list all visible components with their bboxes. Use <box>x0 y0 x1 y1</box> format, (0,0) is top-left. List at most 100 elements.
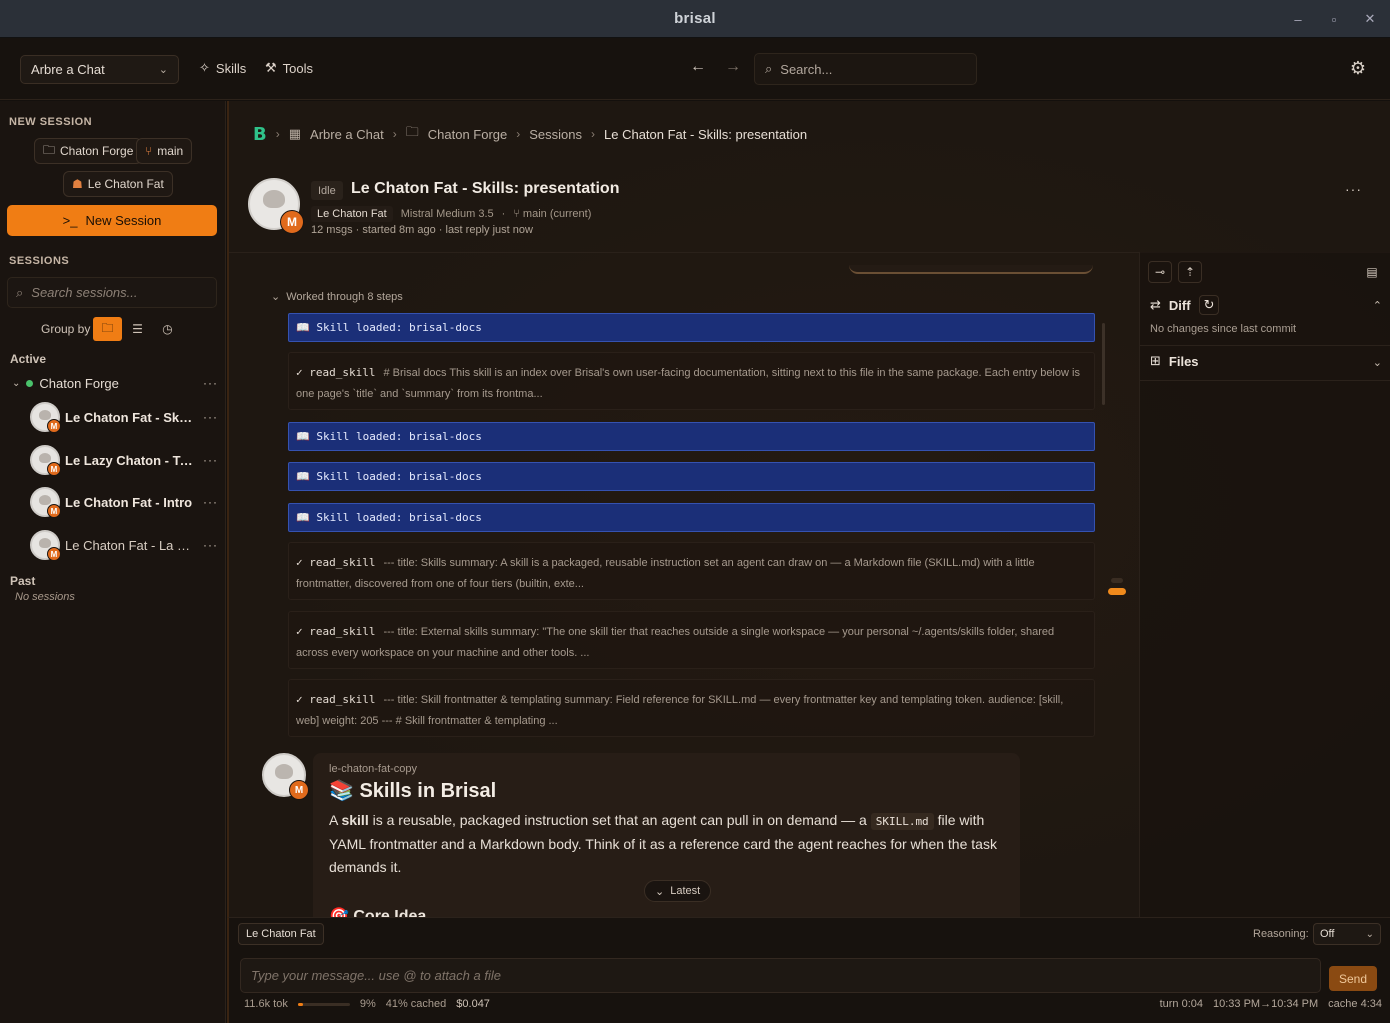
chevron-right-icon: › <box>275 127 280 141</box>
workspace-select[interactable]: Arbre a Chat ⌄ <box>20 55 179 84</box>
sessions-heading: SESSIONS <box>9 255 70 267</box>
more-icon[interactable]: ··· <box>203 538 218 552</box>
skill-loaded-bar[interactable]: 📖 Skill loaded: brisal-docs <box>288 462 1095 491</box>
folder-row[interactable]: ⌄ Chaton Forge ··· <box>12 373 218 393</box>
more-icon[interactable]: ··· <box>203 495 218 509</box>
body-text: is a reusable, packaged instruction set … <box>368 812 871 828</box>
more-icon[interactable]: ··· <box>203 376 218 390</box>
group-by-folder-button[interactable]: 🗀 <box>93 317 122 341</box>
breadcrumb-sessions[interactable]: Sessions <box>529 127 582 142</box>
close-icon[interactable]: ✕ <box>1364 11 1376 27</box>
chevron-down-icon[interactable]: ⌄ <box>1373 356 1382 369</box>
group-by-list-button[interactable]: ☰ <box>123 317 152 341</box>
skills-button[interactable]: ✧ Skills <box>199 60 246 76</box>
steps-scrollbar[interactable] <box>1102 323 1105 405</box>
brisal-logo[interactable]: B <box>253 124 267 145</box>
list-icon: ☰ <box>132 322 143 336</box>
tools-button[interactable]: ⚒ Tools <box>265 60 313 76</box>
agent-chip[interactable]: ☗ Le Chaton Fat <box>63 171 173 197</box>
active-heading: Active <box>10 352 47 366</box>
more-icon[interactable]: ··· <box>203 453 218 467</box>
scroll-marker <box>1111 578 1123 583</box>
session-search-input[interactable]: ⌕ Search sessions... <box>7 277 217 308</box>
refresh-icon[interactable]: ↻ <box>1198 295 1220 315</box>
files-section-header[interactable]: ⊞ Files <box>1150 353 1199 369</box>
avatar-badge: M <box>47 504 61 518</box>
more-icon[interactable]: ··· <box>1345 181 1362 197</box>
previous-message-edge <box>849 265 1093 274</box>
divider <box>1140 380 1390 381</box>
session-name: Le Chaton Fat - La Fo... <box>65 537 193 553</box>
avatar-badge: M <box>47 462 61 476</box>
composer-agent-chip[interactable]: Le Chaton Fat <box>238 923 324 945</box>
diff-section-header[interactable]: ⇄ Diff ↻ <box>1150 295 1220 315</box>
branch-chip-label: main <box>157 144 184 158</box>
new-session-button[interactable]: >_ New Session <box>7 205 217 236</box>
avatar-badge: M <box>289 780 309 800</box>
turn-time: turn 0:04 <box>1159 998 1203 1010</box>
session-item[interactable]: M Le Chaton Fat - La Fo... ··· <box>30 529 218 561</box>
group-by-time-button[interactable]: ◷ <box>153 317 182 341</box>
scroll-latest-button[interactable]: ⌄ Latest <box>644 880 712 902</box>
commit-icon[interactable]: ⊸ <box>1148 261 1172 283</box>
read-skill-card[interactable]: ✓ read_skill --- title: External skills s… <box>288 611 1095 669</box>
diff-icon: ⇄ <box>1150 297 1161 312</box>
gear-icon[interactable]: ⚙ <box>1350 58 1366 79</box>
session-item[interactable]: M Le Chaton Fat - Skill... ··· <box>30 401 218 433</box>
body-bold: skill <box>341 812 369 828</box>
new-session-label: New Session <box>85 213 162 228</box>
branch-name: main (current) <box>522 208 592 220</box>
robot-icon: ☗ <box>72 177 83 191</box>
read-skill-card[interactable]: ✓ read_skill # Brisal docs This skill is … <box>288 352 1095 410</box>
toolbox-icon: ⚒ <box>265 60 277 75</box>
skill-loaded-bar[interactable]: 📖 Skill loaded: brisal-docs <box>288 422 1095 451</box>
search-input[interactable]: ⌕ Search... <box>754 53 977 85</box>
notes-icon[interactable]: ▤ <box>1360 261 1384 283</box>
back-arrow-icon[interactable]: ← <box>690 58 706 76</box>
read-skill-text: # Brisal docs This skill is an index ove… <box>296 367 1080 400</box>
workspace-name: Arbre a Chat <box>31 62 105 77</box>
session-avatar: M <box>248 178 304 234</box>
message-input[interactable]: Type your message... use @ to attach a f… <box>240 958 1321 993</box>
read-skill-text: --- title: External skills summary: "The… <box>296 626 1055 659</box>
folder-name: Chaton Forge <box>39 375 119 391</box>
maximize-icon[interactable]: ▫ <box>1328 12 1340 27</box>
forward-arrow-icon[interactable]: → <box>725 58 741 76</box>
reasoning-value: Off <box>1320 928 1335 940</box>
inline-code: SKILL.md <box>870 813 934 830</box>
chevron-down-icon: ⌄ <box>12 377 21 389</box>
session-item[interactable]: M Le Chaton Fat - Intro ··· <box>30 486 218 518</box>
folder-icon: 🗀 <box>101 320 114 335</box>
breadcrumb-workspace[interactable]: Arbre a Chat <box>310 127 384 142</box>
toolbar: Arbre a Chat ⌄ ✧ Skills ⚒ Tools ← → ⌕ Se… <box>0 38 1390 100</box>
upload-icon[interactable]: ⇡ <box>1178 261 1202 283</box>
window-controls: – ▫ ✕ <box>1292 0 1376 38</box>
branch-chip[interactable]: ⑂ main <box>136 138 193 164</box>
more-icon[interactable]: ··· <box>203 410 218 424</box>
chevron-right-icon: › <box>392 127 397 141</box>
files-label: Files <box>1168 353 1199 369</box>
session-item[interactable]: M Le Lazy Chaton - To... ··· <box>30 444 218 476</box>
avatar: M <box>30 487 61 518</box>
steps-toggle[interactable]: ⌄ Worked through 8 steps <box>271 290 403 304</box>
session-name: Le Chaton Fat - Skill... <box>65 409 193 425</box>
read-skill-card[interactable]: ✓ read_skill --- title: Skill frontmatter… <box>288 679 1095 737</box>
read-skill-tag: ✓ read_skill <box>296 693 376 706</box>
skill-loaded-bar[interactable]: 📖 Skill loaded: brisal-docs <box>288 503 1095 532</box>
search-placeholder: Search... <box>780 61 833 77</box>
scroll-marker-active[interactable] <box>1108 588 1126 595</box>
folder-icon: 🗀 <box>43 142 56 157</box>
model-name: Mistral Medium 3.5 <box>400 208 494 220</box>
chevron-up-icon[interactable]: ⌃ <box>1373 299 1382 312</box>
diff-label: Diff <box>1168 297 1191 313</box>
minimize-icon[interactable]: – <box>1292 12 1304 27</box>
message-placeholder: Type your message... use @ to attach a f… <box>251 968 501 983</box>
skill-loaded-bar[interactable]: 📖 Skill loaded: brisal-docs <box>288 313 1095 342</box>
send-button[interactable]: Send <box>1329 966 1377 991</box>
sidebar: NEW SESSION 🗀 Chaton Forge ⑂ main ☗ Le C… <box>0 101 226 1023</box>
folder-chip[interactable]: 🗀 Chaton Forge <box>34 138 143 164</box>
read-skill-card[interactable]: ✓ read_skill --- title: Skills summary: A… <box>288 542 1095 600</box>
time-range: 10:33 PM→10:34 PM <box>1213 998 1319 1010</box>
reasoning-select[interactable]: Off ⌄ <box>1313 923 1381 945</box>
breadcrumb-folder[interactable]: Chaton Forge <box>428 127 508 142</box>
